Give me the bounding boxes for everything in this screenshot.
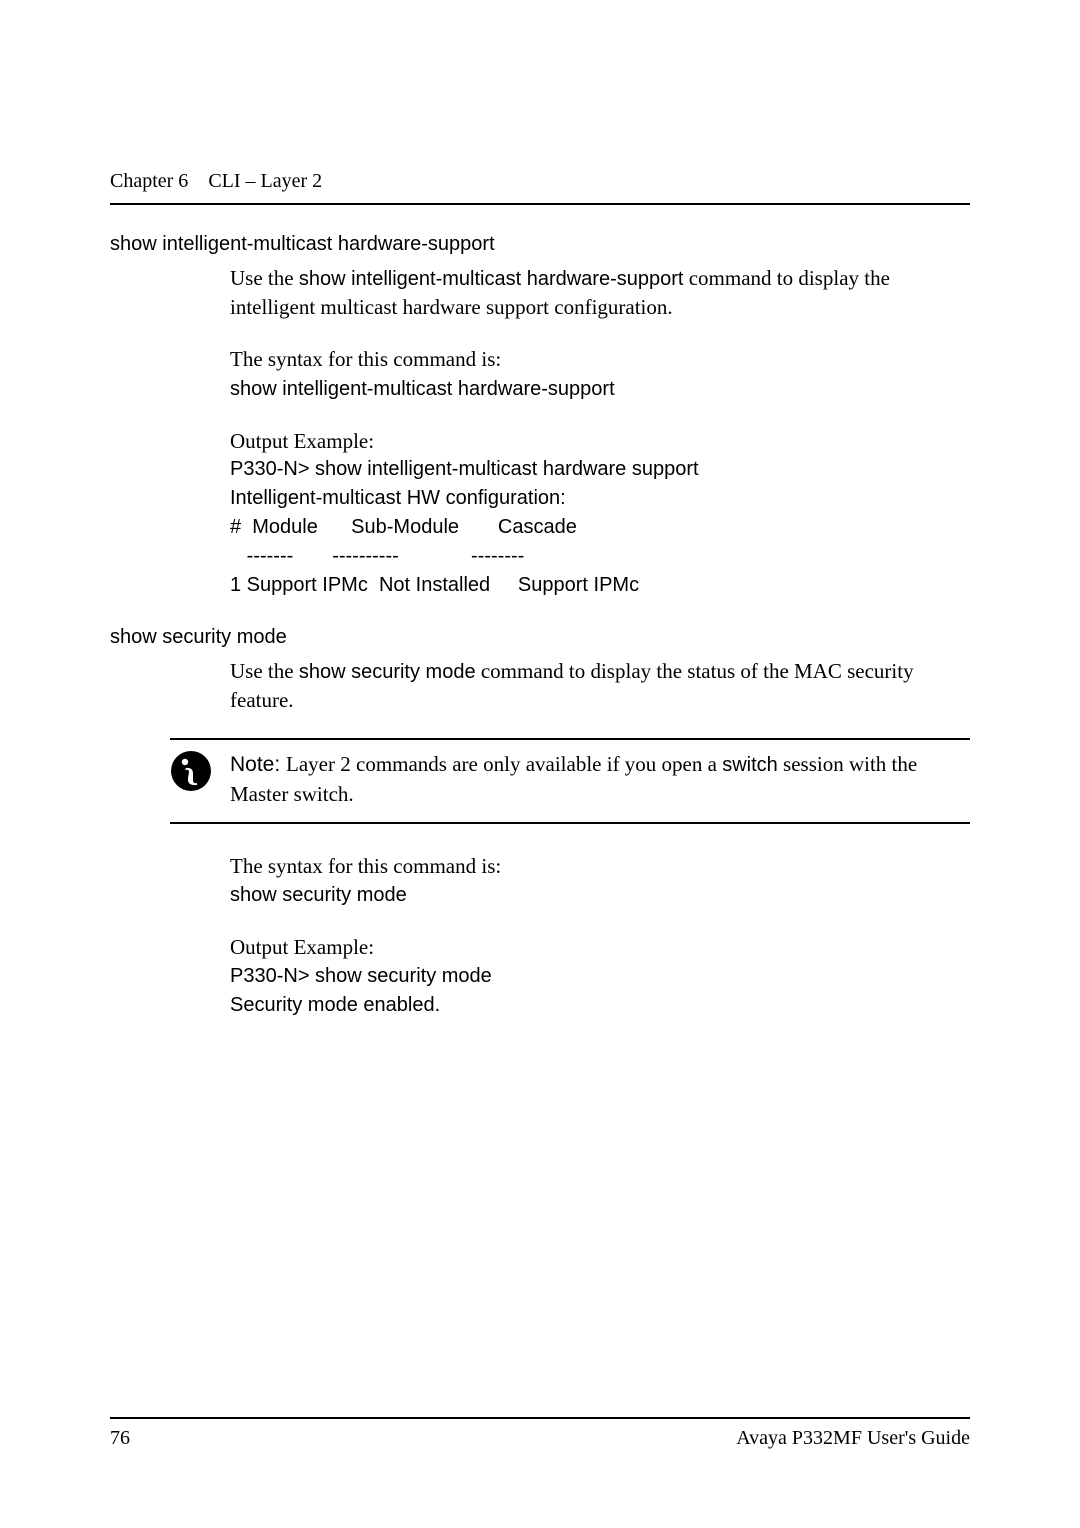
- syntax-command: show security mode: [230, 884, 407, 906]
- text-fragment: Layer 2 commands are only available if y…: [286, 752, 722, 776]
- text-fragment: Use the: [230, 659, 299, 683]
- output-label: Output Example:: [230, 427, 970, 455]
- section1-output: Output Example: P330-N> show intelligent…: [230, 427, 970, 600]
- syntax-command: show intelligent-multicast hardware-supp…: [230, 378, 615, 400]
- inline-command: show intelligent-multicast hardware-supp…: [299, 268, 684, 290]
- page-footer: 76 Avaya P332MF User's Guide: [110, 1417, 970, 1450]
- page-number: 76: [110, 1427, 130, 1450]
- inline-command: show security mode: [299, 661, 476, 683]
- syntax-label: The syntax for this command is:: [230, 854, 501, 878]
- output-text: P330-N> show security mode Security mode…: [230, 962, 970, 1020]
- header-rule: [110, 203, 970, 205]
- output-text: P330-N> show intelligent-multicast hardw…: [230, 455, 970, 600]
- note-label: Note:: [230, 753, 286, 776]
- note-block: Note: Layer 2 commands are only availabl…: [170, 738, 970, 824]
- section1-intro: Use the show intelligent-multicast hardw…: [230, 264, 970, 321]
- info-icon: [170, 750, 212, 797]
- output-label: Output Example:: [230, 933, 970, 961]
- section1-syntax: The syntax for this command is: show int…: [230, 345, 970, 402]
- section-heading-security-mode: show security mode: [110, 626, 970, 649]
- section2-intro: Use the show security mode command to di…: [230, 657, 970, 714]
- text-fragment: Use the: [230, 266, 299, 290]
- doc-title: Avaya P332MF User's Guide: [736, 1427, 970, 1450]
- chapter-title: CLI – Layer 2: [208, 170, 322, 192]
- syntax-label: The syntax for this command is:: [230, 347, 501, 371]
- inline-command: switch: [722, 754, 778, 776]
- section2-output: Output Example: P330-N> show security mo…: [230, 933, 970, 1019]
- running-head: Chapter 6 CLI – Layer 2: [110, 170, 970, 193]
- section-heading-hardware-support: show intelligent-multicast hardware-supp…: [110, 233, 970, 256]
- footer-rule: [110, 1417, 970, 1419]
- chapter-label: Chapter 6: [110, 170, 188, 192]
- section2-syntax: The syntax for this command is: show sec…: [230, 852, 970, 909]
- note-text: Note: Layer 2 commands are only availabl…: [230, 750, 970, 808]
